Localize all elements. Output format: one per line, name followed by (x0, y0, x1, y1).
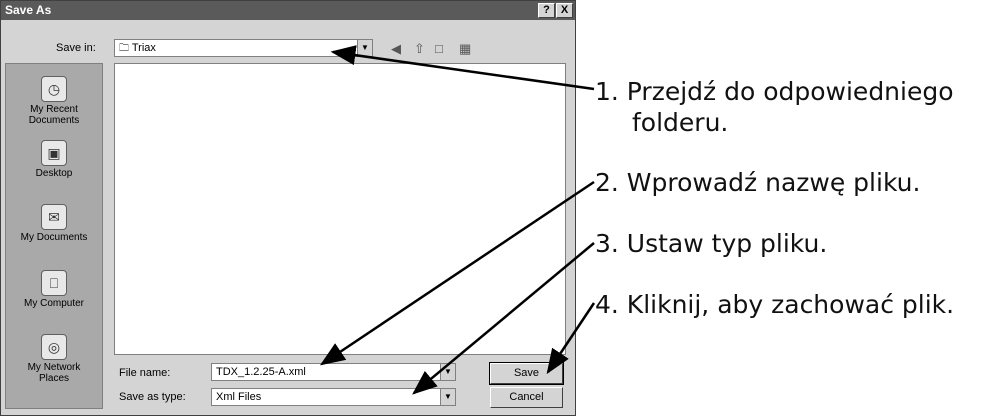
arrow-step4 (546, 302, 596, 375)
annotation-arrows (319, 45, 596, 395)
arrow-step2 (319, 180, 595, 366)
arrow-step1 (330, 45, 595, 91)
arrow-step3 (412, 242, 595, 395)
